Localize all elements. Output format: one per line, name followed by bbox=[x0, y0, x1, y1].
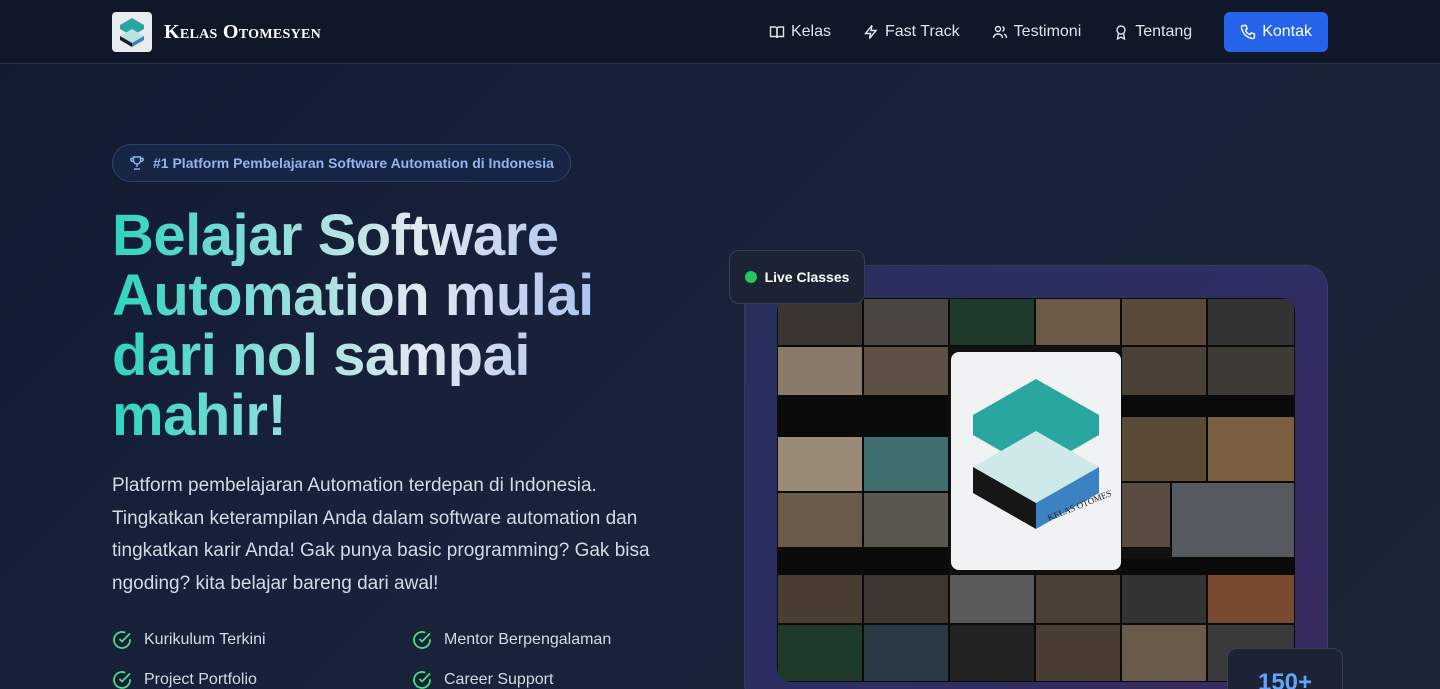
kontak-button-label: Kontak bbox=[1262, 23, 1312, 40]
check-circle-icon bbox=[113, 671, 131, 689]
live-indicator-dot bbox=[744, 271, 757, 283]
brand-logo bbox=[112, 12, 152, 52]
headline-line-2: Automation mulai bbox=[112, 266, 672, 326]
kelas-otomesyen-logo: KELAS OTOMESYEN bbox=[951, 352, 1121, 570]
nav-item-label: Kelas bbox=[790, 23, 831, 40]
stat-badge: 150+ bbox=[1227, 648, 1343, 689]
check-circle-icon bbox=[113, 631, 131, 649]
top-navbar: Kelas Otomesyen Kelas Fast Track Testimo… bbox=[0, 0, 1440, 64]
nav-item-fast-track[interactable]: Fast Track bbox=[863, 12, 960, 52]
feature-label: Project Portfolio bbox=[144, 671, 257, 688]
feature-item: Career Support bbox=[412, 670, 553, 689]
nav-item-label: Tentang bbox=[1135, 23, 1193, 40]
nav-item-kelas[interactable]: Kelas bbox=[769, 12, 831, 52]
nav-item-label: Testimoni bbox=[1013, 23, 1082, 40]
feature-label: Mentor Berpengalaman bbox=[444, 631, 612, 648]
feature-label: Career Support bbox=[444, 671, 554, 688]
brand-name: Kelas Otomesyen bbox=[164, 20, 322, 43]
live-classes-label: Live Classes bbox=[764, 269, 850, 285]
hero-badge: #1 Platform Pembelajaran Software Automa… bbox=[112, 144, 571, 182]
trophy-icon bbox=[130, 156, 144, 170]
book-icon bbox=[769, 26, 785, 39]
feature-item: Kurikulum Terkini bbox=[112, 630, 266, 650]
live-classes-badge: Live Classes bbox=[729, 250, 865, 304]
hero-description: Platform pembelajaran Automation terdepa… bbox=[112, 475, 650, 594]
feature-item: Mentor Berpengalaman bbox=[412, 630, 611, 650]
check-circle-icon bbox=[413, 671, 431, 689]
nav-item-testimoni[interactable]: Testimoni bbox=[992, 12, 1082, 52]
stat-value: 150+ bbox=[1257, 669, 1313, 689]
nav-item-label: Fast Track bbox=[884, 23, 960, 40]
feature-item: Project Portfolio bbox=[112, 670, 257, 689]
check-circle-icon bbox=[413, 631, 431, 649]
headline-line-1: Belajar Software bbox=[112, 206, 672, 266]
hero-headline: Belajar Software Automation mulai dari n… bbox=[112, 206, 672, 446]
feature-label: Kurikulum Terkini bbox=[144, 631, 266, 648]
nav-item-tentang[interactable]: Tentang bbox=[1113, 12, 1192, 52]
users-icon bbox=[992, 25, 1007, 39]
hero-badge-text: #1 Platform Pembelajaran Software Automa… bbox=[153, 155, 554, 171]
brand[interactable]: Kelas Otomesyen bbox=[112, 12, 321, 52]
phone-icon bbox=[1240, 24, 1256, 40]
award-icon bbox=[1116, 25, 1126, 40]
nav-links: Kelas Fast Track Testimoni Tentang Konta… bbox=[737, 12, 1328, 52]
headline-line-3: dari nol sampai bbox=[112, 326, 672, 386]
headline-line-4: mahir! bbox=[112, 386, 672, 446]
kontak-button[interactable]: Kontak bbox=[1224, 12, 1328, 52]
lightning-icon bbox=[864, 25, 878, 39]
